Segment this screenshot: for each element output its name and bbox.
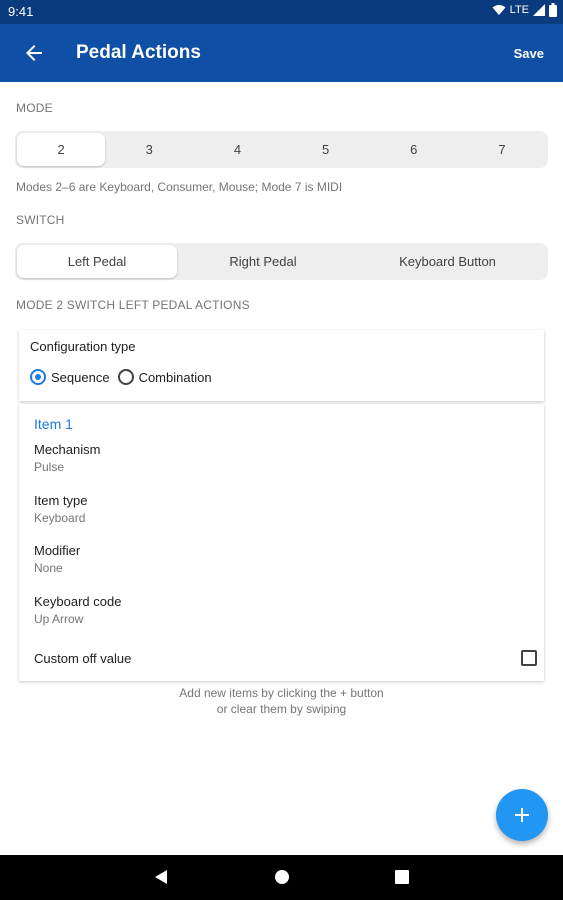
mode-hint: Modes 2–6 are Keyboard, Consumer, Mouse;… <box>16 180 343 194</box>
item-type-value: Keyboard <box>34 511 86 525</box>
configuration-type-radio-group: Sequence Combination <box>30 369 220 385</box>
modifier-value: None <box>34 561 63 575</box>
keyboard-code-label: Keyboard code <box>34 594 122 609</box>
mechanism-value: Pulse <box>34 460 65 474</box>
item-type-label: Item type <box>34 493 88 508</box>
mode-option-6[interactable]: 6 <box>370 133 458 166</box>
network-type: LTE <box>509 4 529 16</box>
item-title: Item 1 <box>34 416 73 432</box>
configuration-card: Configuration type Sequence Combination <box>19 330 544 401</box>
status-time: 9:41 <box>8 4 34 19</box>
mode-option-5[interactable]: 5 <box>282 133 370 166</box>
add-item-button[interactable] <box>496 789 548 841</box>
mechanism-field[interactable]: Mechanism Pulse <box>34 442 100 474</box>
page-title: Pedal Actions <box>76 42 201 63</box>
keyboard-code-field[interactable]: Keyboard code Up Arrow <box>34 594 121 626</box>
mode-option-2[interactable]: 2 <box>17 133 106 166</box>
signal-icon <box>533 4 545 16</box>
sequence-radio[interactable] <box>30 369 46 385</box>
save-button[interactable]: Save <box>514 46 544 61</box>
combination-radio[interactable] <box>117 369 134 385</box>
mode-label: MODE <box>16 101 53 115</box>
custom-off-value-checkbox[interactable] <box>521 650 537 666</box>
battery-icon <box>549 3 557 17</box>
status-icons: LTE <box>492 3 557 17</box>
switch-option-keyboard-button[interactable]: Keyboard Button <box>349 245 546 278</box>
switch-segmented-control: Left Pedal Right Pedal Keyboard Button <box>15 243 548 280</box>
wifi-icon <box>492 5 506 15</box>
modifier-label: Modifier <box>34 543 81 558</box>
modifier-field[interactable]: Modifier None <box>34 543 80 575</box>
combination-radio-label[interactable]: Combination <box>139 370 212 385</box>
mode-segmented-control: 2 3 4 5 6 7 <box>15 131 548 168</box>
sequence-radio-label[interactable]: Sequence <box>51 370 110 385</box>
arrow-back-icon <box>26 45 42 61</box>
mechanism-label: Mechanism <box>34 442 101 457</box>
mode-option-4[interactable]: 4 <box>193 133 281 166</box>
plus-icon <box>515 808 529 822</box>
actions-section-label: MODE 2 SWITCH LEFT PEDAL ACTIONS <box>16 298 250 312</box>
back-button[interactable] <box>22 41 46 65</box>
switch-option-right-pedal[interactable]: Right Pedal <box>177 245 349 278</box>
switch-label: SWITCH <box>16 213 65 227</box>
mode-option-3[interactable]: 3 <box>105 133 193 166</box>
add-items-hint: Add new items by clicking the + button o… <box>0 685 563 717</box>
system-navigation-bar <box>0 855 563 900</box>
keyboard-code-value: Up Arrow <box>34 612 84 626</box>
configuration-type-label: Configuration type <box>30 339 136 354</box>
switch-option-left-pedal[interactable]: Left Pedal <box>17 245 177 278</box>
nav-home-icon[interactable] <box>275 870 289 884</box>
status-bar: 9:41 LTE <box>0 0 563 24</box>
item-card[interactable]: Item 1 Mechanism Pulse Item type Keyboar… <box>19 404 544 681</box>
nav-recents-icon[interactable] <box>395 870 409 884</box>
item-type-field[interactable]: Item type Keyboard <box>34 493 87 525</box>
nav-back-icon[interactable] <box>154 869 168 885</box>
app-bar: Pedal Actions Save <box>0 24 563 82</box>
mode-option-7[interactable]: 7 <box>458 133 546 166</box>
add-items-hint-line1: Add new items by clicking the + button <box>179 686 384 700</box>
custom-off-value-label: Custom off value <box>34 651 132 666</box>
add-items-hint-line2: or clear them by swiping <box>216 702 347 716</box>
